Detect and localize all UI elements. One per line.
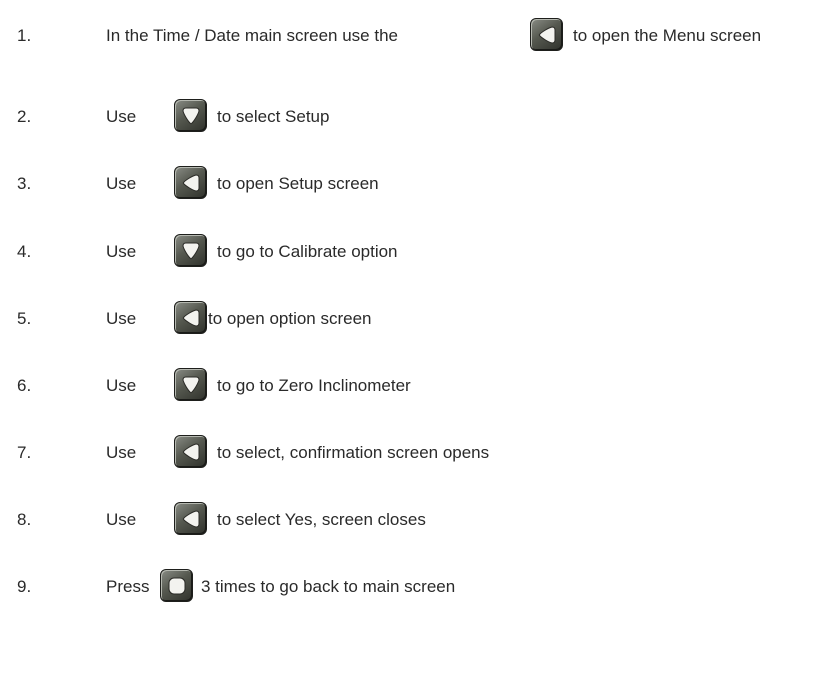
step-lead-text: Use [106, 443, 137, 462]
step-number: 7. [17, 443, 32, 462]
left-arrow-button-icon [174, 435, 207, 468]
step-rest-text: 3 times to go back to main screen [201, 577, 456, 596]
left-arrow-button-icon [174, 502, 207, 535]
down-arrow-button-icon [174, 234, 207, 267]
step-lead-text: Press [106, 577, 150, 596]
down-arrow-button-icon [174, 99, 207, 132]
step-rest-text: to select Setup [217, 107, 330, 126]
instruction-step: 6. Use to go to Zero Inclinometer [0, 368, 839, 402]
step-number: 3. [17, 174, 32, 193]
step-number: 2. [17, 107, 32, 126]
step-lead-text: In the Time / Date main screen use the [106, 26, 398, 45]
step-rest-text: to select Yes, screen closes [217, 510, 426, 529]
step-lead-text: Use [106, 309, 137, 328]
instruction-step: 9. Press 3 times to go back to main scre… [0, 569, 839, 603]
step-lead-text: Use [106, 376, 137, 395]
step-lead-text: Use [106, 174, 137, 193]
down-arrow-button-icon [174, 368, 207, 401]
step-lead-text: Use [106, 107, 137, 126]
step-number: 8. [17, 510, 32, 529]
instruction-step: 3. Use to open Setup screen [0, 166, 839, 200]
step-rest-text: to open Setup screen [217, 174, 379, 193]
step-rest-text: to select, confirmation screen opens [217, 443, 490, 462]
step-rest-text: to open the Menu screen [573, 26, 762, 45]
step-rest-text: to go to Calibrate option [217, 242, 398, 261]
step-lead-text: Use [106, 510, 137, 529]
left-arrow-button-icon [174, 166, 207, 199]
step-rest-text: to open option screen [208, 309, 372, 328]
left-arrow-button-icon [174, 301, 207, 334]
step-number: 4. [17, 242, 32, 261]
step-number: 9. [17, 577, 32, 596]
left-arrow-button-icon [530, 18, 563, 51]
step-number: 5. [17, 309, 32, 328]
instruction-step: 1. In the Time / Date main screen use th… [0, 18, 839, 52]
instruction-step: 5. Use to open option screen [0, 301, 839, 335]
square-button-icon [160, 569, 193, 602]
step-lead-text: Use [106, 242, 137, 261]
instruction-step: 7. Use to select, confirmation screen op… [0, 435, 839, 469]
step-number: 6. [17, 376, 32, 395]
instruction-step: 8. Use to select Yes, screen closes [0, 502, 839, 536]
instruction-step: 4. Use to go to Calibrate option [0, 234, 839, 268]
instruction-step: 2. Use to select Setup [0, 99, 839, 133]
step-number: 1. [17, 26, 32, 45]
step-rest-text: to go to Zero Inclinometer [217, 376, 411, 395]
